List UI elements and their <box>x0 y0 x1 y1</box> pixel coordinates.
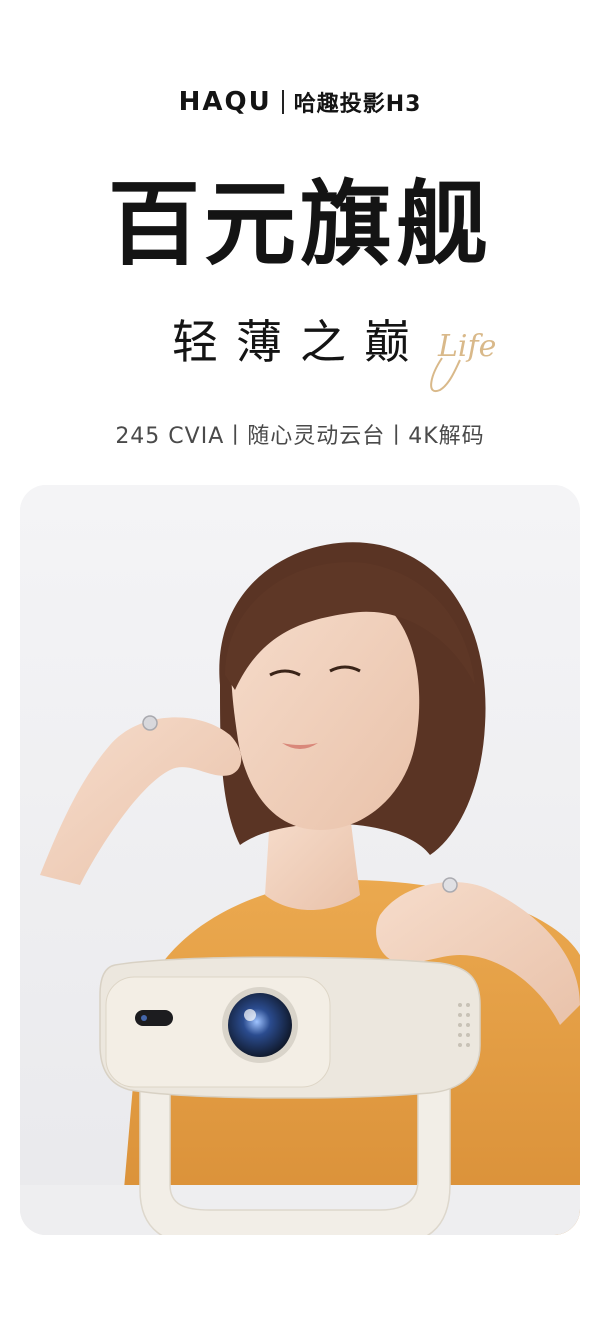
script-life-logo: Life <box>430 329 496 393</box>
spec-line: 245 CVIA丨随心灵动云台丨4K解码 <box>115 424 485 449</box>
brand-header: HAQU 哈趣投影H3 <box>0 86 600 118</box>
product-model: 哈趣投影H3 <box>293 92 422 117</box>
projector-lens <box>228 993 292 1057</box>
script-life-text: Life <box>437 329 496 364</box>
hero-illustration <box>20 485 580 1235</box>
headline: 百元旗舰 <box>107 171 492 278</box>
subheadline: 轻薄之巅 <box>172 315 428 369</box>
brand-name: HAQU <box>178 87 272 117</box>
brand-divider <box>281 90 284 114</box>
hero-image <box>20 485 580 1235</box>
